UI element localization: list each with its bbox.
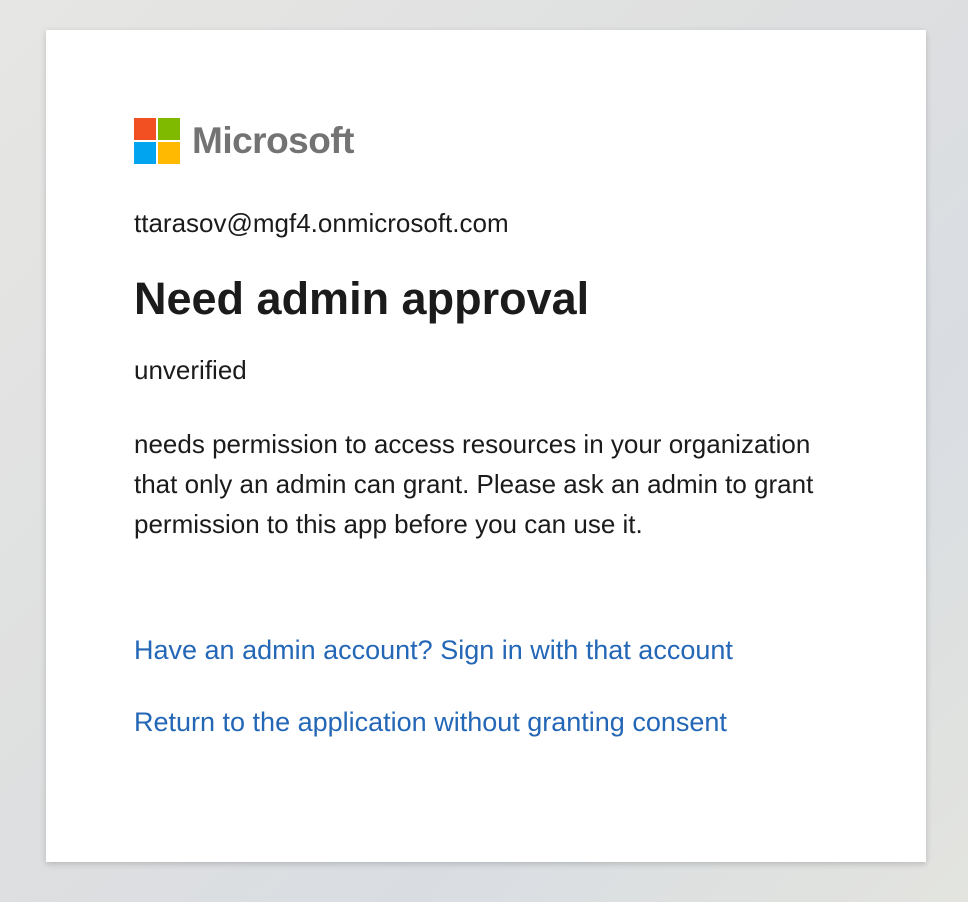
logo-wordmark: Microsoft [192, 120, 355, 161]
admin-signin-link[interactable]: Have an admin account? Sign in with that… [134, 634, 733, 666]
logo-red-square [134, 118, 156, 140]
consent-card: Microsoft ttarasov@mgf4.onmicrosoft.com … [46, 30, 926, 862]
microsoft-logo: Microsoft [134, 118, 355, 164]
app-verification-status: unverified [134, 355, 247, 385]
microsoft-squares-icon [134, 118, 180, 164]
permission-description: needs permission to access resources in … [134, 429, 814, 539]
page-title: Need admin approval [134, 273, 590, 324]
return-without-consent-link[interactable]: Return to the application without granti… [134, 706, 727, 738]
account-email: ttarasov@mgf4.onmicrosoft.com [134, 208, 509, 238]
logo-green-square [158, 118, 180, 140]
logo-yellow-square [158, 142, 180, 164]
logo-blue-square [134, 142, 156, 164]
